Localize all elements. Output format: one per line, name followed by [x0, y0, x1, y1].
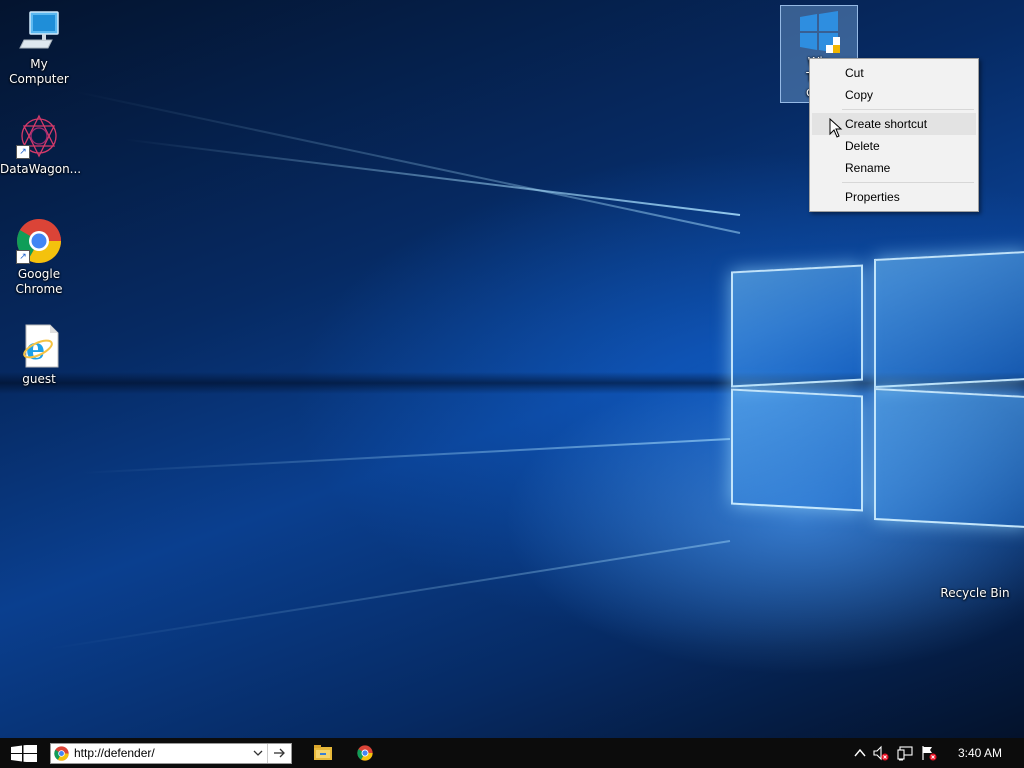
wallpaper-band	[0, 372, 1024, 394]
desktop-icon-guest[interactable]: e guest	[0, 323, 78, 387]
menu-item-delete[interactable]: Delete	[812, 135, 976, 157]
desktop-icon-label: Google Chrome	[15, 267, 63, 296]
volume-muted-icon[interactable]	[873, 745, 889, 761]
menu-item-rename[interactable]: Rename	[812, 157, 976, 179]
desktop-icon-label: My Computer	[9, 57, 69, 86]
shortcut-arrow-icon: ↗	[16, 250, 30, 264]
menu-item-properties[interactable]: Properties	[812, 186, 976, 208]
wallpaper-pane	[731, 264, 863, 388]
svg-text:e: e	[26, 332, 45, 367]
show-hidden-icons-chevron-icon[interactable]	[852, 745, 868, 761]
desktop-icon-datawagon[interactable]: ↗ DataWagon...	[0, 113, 82, 177]
chrome-icon: ↗	[16, 218, 62, 264]
mouse-cursor-icon	[829, 118, 843, 138]
windows-logo-icon	[11, 745, 37, 762]
windows-update-icon	[796, 9, 842, 55]
network-icon[interactable]	[897, 745, 913, 761]
taskbar: http://defender/ 3:40 AM	[0, 738, 1024, 768]
computer-icon	[16, 8, 62, 54]
datawagon-icon: ↗	[16, 113, 62, 159]
menu-separator	[842, 109, 974, 110]
desktop-icon-label: Recycle Bin	[940, 586, 1010, 600]
wallpaper-pane	[731, 388, 863, 512]
desktop-icon-recycle-bin[interactable]: Recycle Bin	[936, 583, 1014, 601]
address-input[interactable]: http://defender/	[74, 744, 155, 763]
file-explorer-icon[interactable]	[314, 745, 332, 761]
chrome-taskbar-icon[interactable]	[357, 745, 373, 761]
wallpaper-beam	[124, 138, 741, 216]
desktop[interactable]: My Computer ↗ DataWagon... ↗ Google Chro…	[0, 0, 1024, 738]
desktop-icon-label: guest	[22, 372, 56, 386]
address-bar[interactable]: http://defender/	[50, 743, 292, 764]
menu-item-copy[interactable]: Copy	[812, 84, 976, 106]
desktop-icon-google-chrome[interactable]: ↗ Google Chrome	[0, 218, 78, 297]
wallpaper-beam	[48, 540, 731, 650]
clock[interactable]: 3:40 AM	[958, 738, 1002, 768]
desktop-icon-my-computer[interactable]: My Computer	[0, 8, 78, 87]
chevron-down-icon[interactable]	[253, 749, 263, 757]
wallpaper-beam	[80, 438, 731, 475]
address-divider	[267, 744, 268, 763]
wallpaper-pane	[874, 387, 1024, 529]
menu-separator	[842, 182, 974, 183]
menu-item-cut[interactable]: Cut	[812, 62, 976, 84]
internet-explorer-icon: e	[16, 323, 62, 369]
go-arrow-icon[interactable]	[273, 748, 285, 758]
wallpaper-pane	[874, 250, 1024, 389]
chrome-icon	[54, 746, 69, 761]
action-center-flag-icon[interactable]	[921, 745, 937, 761]
shortcut-arrow-icon: ↗	[16, 145, 30, 159]
desktop-icon-label: DataWagon...	[0, 162, 82, 176]
start-button[interactable]	[0, 738, 48, 768]
wallpaper-beam	[74, 90, 741, 234]
